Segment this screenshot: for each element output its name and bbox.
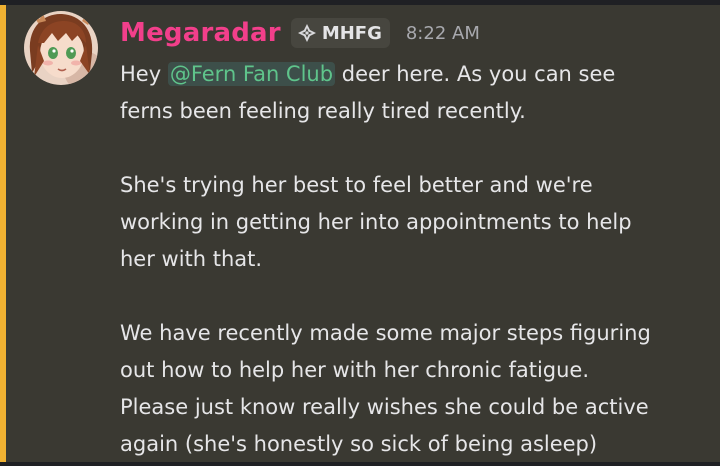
diamond-cross-icon <box>297 24 316 42</box>
message-line: working in getting her into appointments… <box>120 210 632 234</box>
server-tag-label: MHFG <box>321 22 382 44</box>
avatar[interactable] <box>24 11 98 85</box>
message-timestamp[interactable]: 8:22 AM <box>406 23 480 44</box>
author-username[interactable]: Megaradar <box>120 18 281 48</box>
message-line: her with that. <box>120 247 263 271</box>
message-line: out how to help her with her chronic fat… <box>120 358 590 382</box>
role-mention[interactable]: @Fern Fan Club <box>167 62 336 86</box>
line-text: deer here. As you can see <box>335 62 616 86</box>
message-line: She's trying her best to feel better and… <box>120 173 593 197</box>
message-line: We have recently made some major steps f… <box>120 321 651 345</box>
chat-screenshot: Megaradar MHFG 8:22 AM Hey @Fern Fan Clu… <box>0 0 720 466</box>
message-line: ferns been feeling really tired recently… <box>120 99 526 123</box>
line-text: Hey <box>120 62 168 86</box>
message-header: Megaradar MHFG 8:22 AM <box>120 15 480 51</box>
server-tag[interactable]: MHFG <box>290 18 390 48</box>
chat-message[interactable]: Megaradar MHFG 8:22 AM Hey @Fern Fan Clu… <box>6 5 720 462</box>
message-line: Please just know really wishes she could… <box>120 395 649 419</box>
message-line: Hey @Fern Fan Club deer here. As you can… <box>120 56 710 93</box>
avatar-image <box>24 11 98 85</box>
message-line: again (she's honestly so sick of being a… <box>120 432 598 456</box>
bottom-edge <box>0 462 720 466</box>
message-content: Hey @Fern Fan Club deer here. As you can… <box>120 56 710 463</box>
